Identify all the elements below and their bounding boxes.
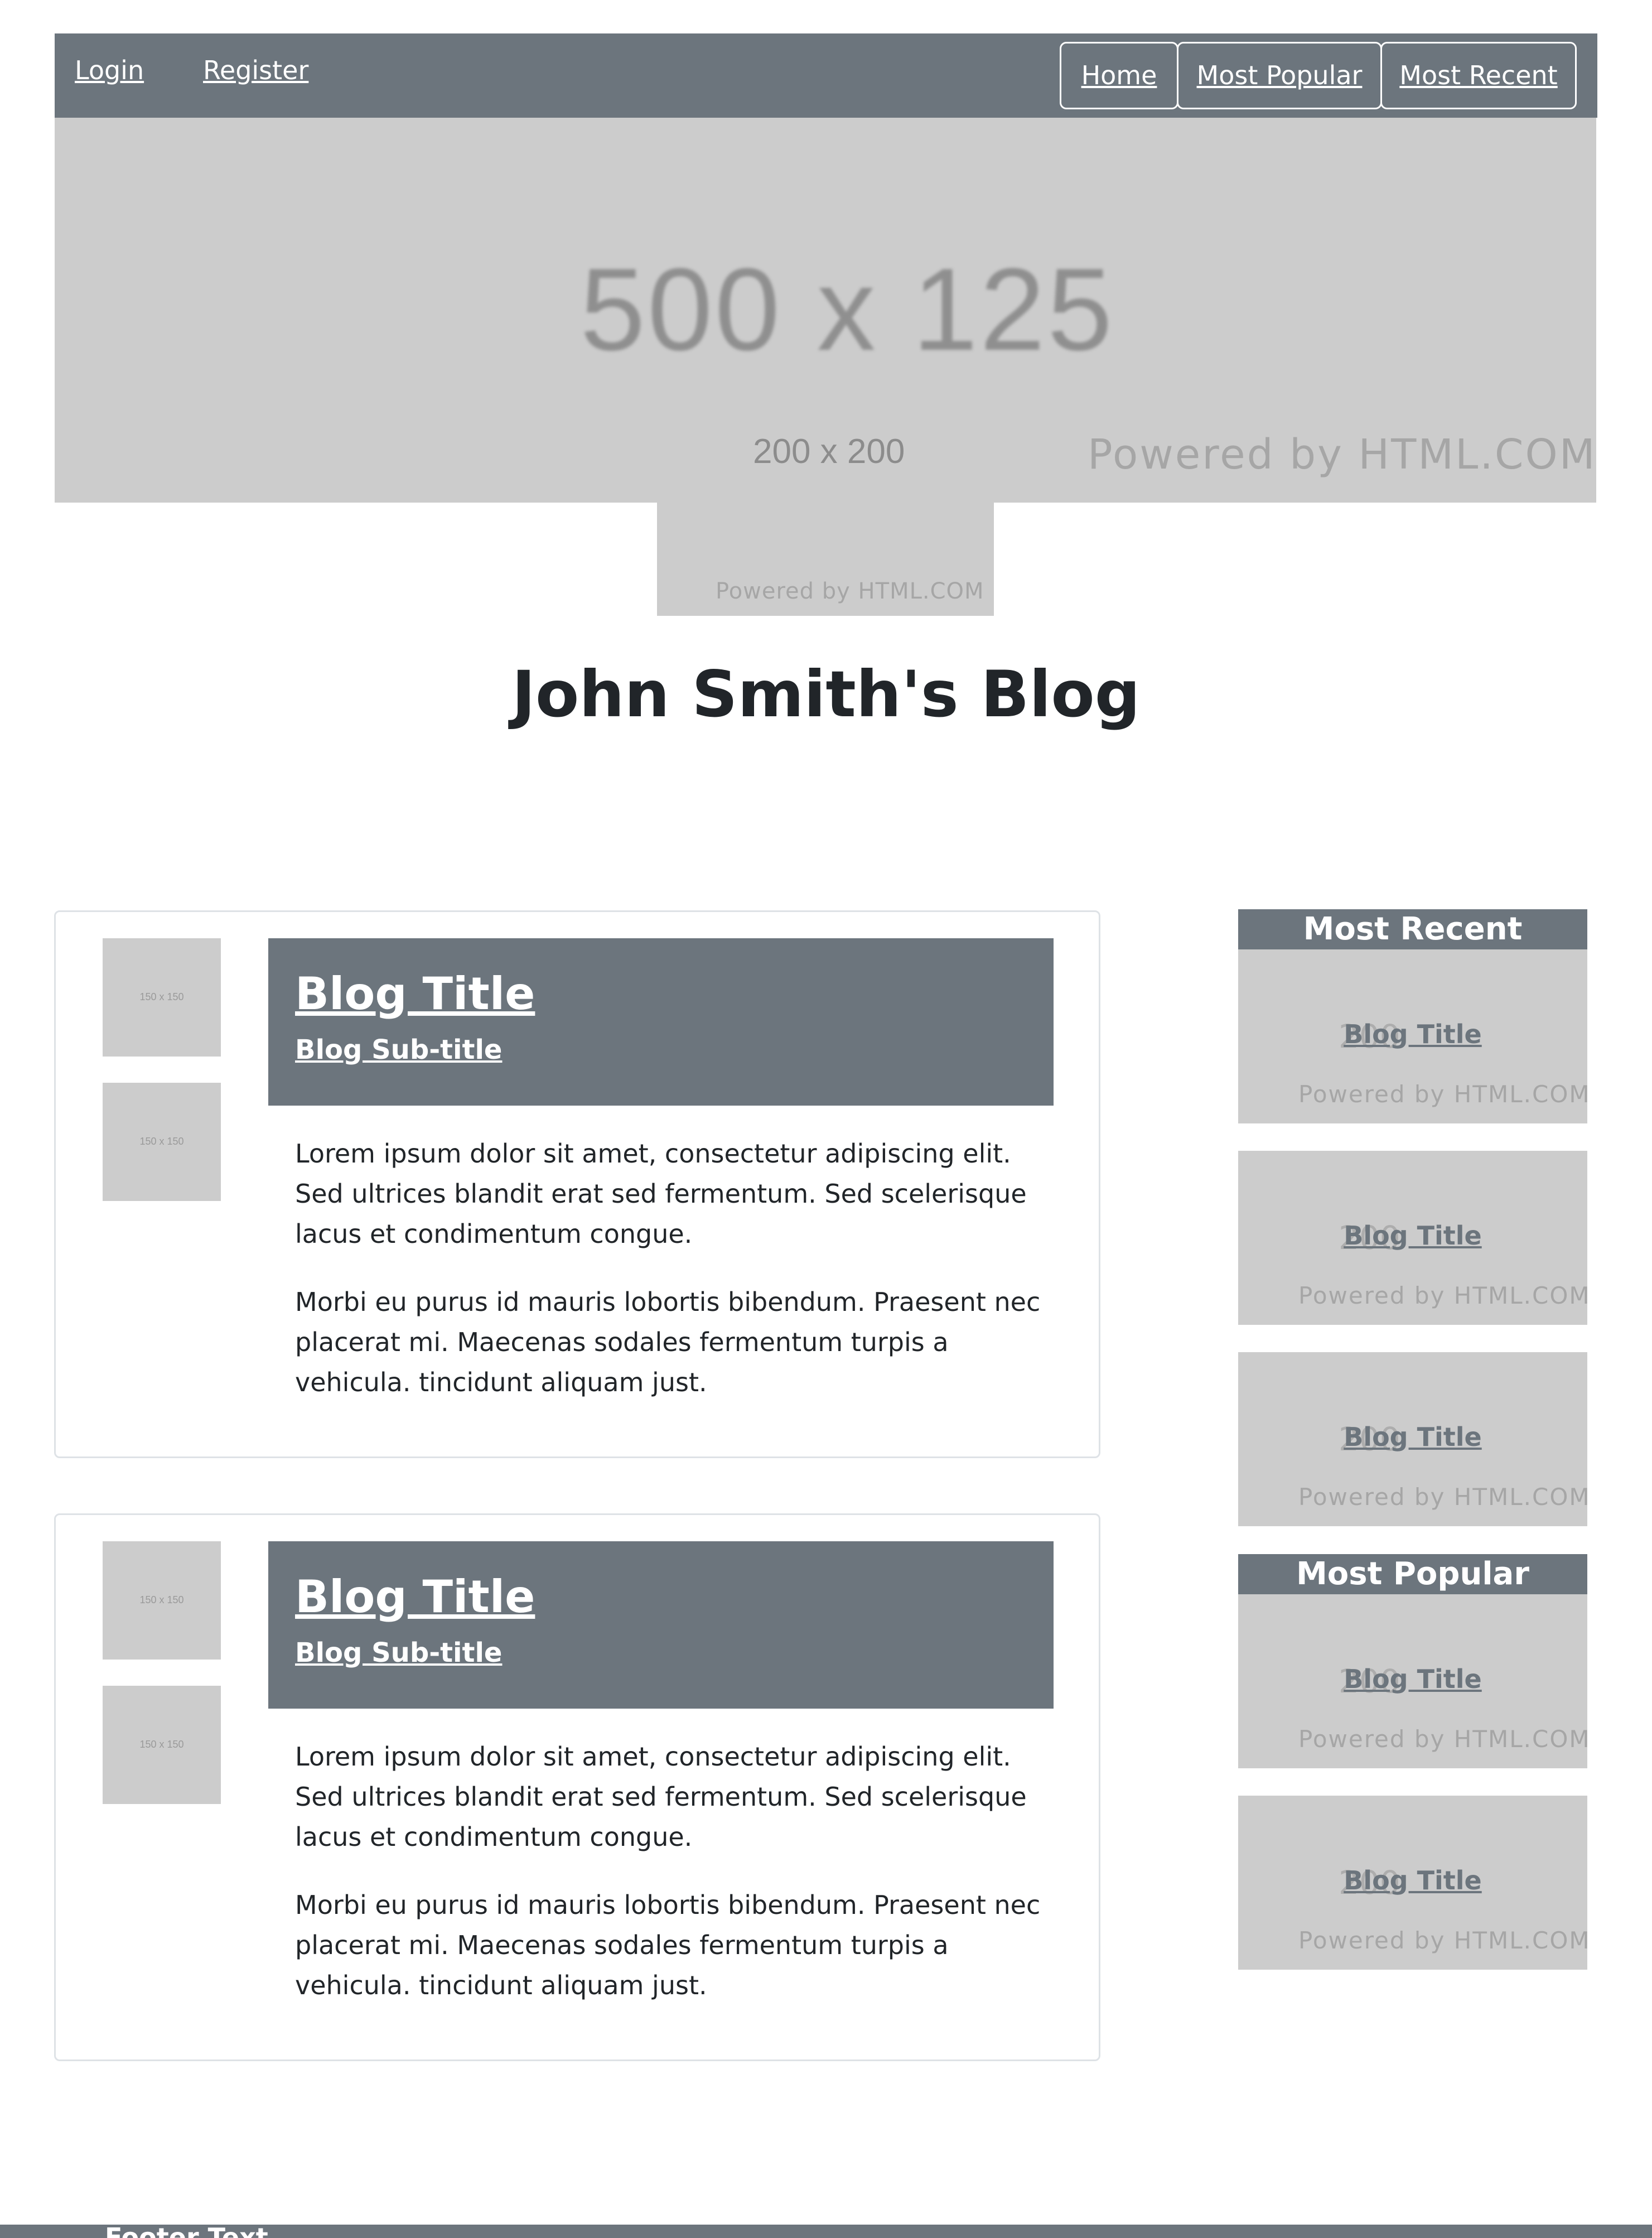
popular-post-title-link[interactable]: Blog Title: [1238, 1662, 1587, 1696]
post-thumbnail: 150 x 150: [103, 1083, 221, 1201]
post-header: [268, 938, 1054, 1106]
thumbnail-dimensions: 150 x 150: [139, 1739, 184, 1750]
post-header: [268, 1541, 1054, 1709]
post-thumbnail: 150 x 150: [103, 938, 221, 1057]
card-powered-by: Powered by HTML.COM: [1298, 1927, 1587, 1954]
thumbnail-dimensions: 150 x 150: [139, 1594, 184, 1605]
recent-post-card[interactable]: 200 Blog Title Powered by HTML.COM: [1238, 1352, 1587, 1526]
popular-post-title-link[interactable]: Blog Title: [1238, 1864, 1587, 1897]
register-link[interactable]: Register: [203, 54, 308, 87]
login-link[interactable]: Login: [75, 54, 144, 87]
recent-post-title-link[interactable]: Blog Title: [1238, 1420, 1587, 1454]
nav-home-button[interactable]: Home: [1060, 42, 1178, 109]
footer: Footer Text: [0, 2225, 1652, 2238]
post-title-link[interactable]: Blog Title: [295, 1569, 535, 1625]
page-title: John Smith's Blog: [511, 657, 1141, 731]
recent-post-title-link[interactable]: Blog Title: [1238, 1017, 1587, 1051]
popular-post-card[interactable]: 200 Blog Title Powered by HTML.COM: [1238, 1594, 1587, 1768]
footer-text: Footer Text: [105, 2225, 268, 2238]
post-thumbnail: 150 x 150: [103, 1686, 221, 1804]
recent-post-card[interactable]: 200 Blog Title Powered by HTML.COM: [1238, 949, 1587, 1123]
hero-dimensions-label: 500 x 125: [580, 244, 1115, 375]
most-popular-heading: Most Popular: [1238, 1554, 1587, 1594]
post-paragraph: Morbi eu purus id mauris lobortis bibend…: [295, 1890, 1041, 2000]
avatar-dimensions-label: 200 x 200: [753, 432, 905, 471]
nav-most-popular-button[interactable]: Most Popular: [1177, 42, 1382, 109]
card-powered-by: Powered by HTML.COM: [1298, 1282, 1587, 1309]
recent-post-title-link[interactable]: Blog Title: [1238, 1219, 1587, 1252]
post-title-link[interactable]: Blog Title: [295, 966, 535, 1022]
avatar-powered-by: Powered by HTML.COM: [716, 578, 984, 604]
card-powered-by: Powered by HTML.COM: [1298, 1081, 1587, 1108]
nav-most-recent-button[interactable]: Most Recent: [1380, 42, 1577, 109]
most-recent-heading: Most Recent: [1238, 909, 1587, 949]
thumbnail-dimensions: 150 x 150: [139, 1136, 184, 1147]
post-thumbnail: 150 x 150: [103, 1541, 221, 1660]
post-paragraph: Lorem ipsum dolor sit amet, consectetur …: [295, 1139, 1027, 1249]
card-powered-by: Powered by HTML.COM: [1298, 1483, 1587, 1511]
thumbnail-dimensions: 150 x 150: [139, 991, 184, 1002]
recent-post-card[interactable]: 200 Blog Title Powered by HTML.COM: [1238, 1151, 1587, 1325]
hero-powered-by: Powered by HTML.COM: [1088, 431, 1597, 479]
post-subtitle-link[interactable]: Blog Sub-title: [295, 1636, 502, 1670]
post-subtitle-link[interactable]: Blog Sub-title: [295, 1033, 502, 1067]
post-paragraph: Lorem ipsum dolor sit amet, consectetur …: [295, 1742, 1027, 1852]
post-paragraph: Morbi eu purus id mauris lobortis bibend…: [295, 1287, 1041, 1397]
card-powered-by: Powered by HTML.COM: [1298, 1725, 1587, 1753]
popular-post-card[interactable]: 200 Blog Title Powered by HTML.COM: [1238, 1796, 1587, 1970]
